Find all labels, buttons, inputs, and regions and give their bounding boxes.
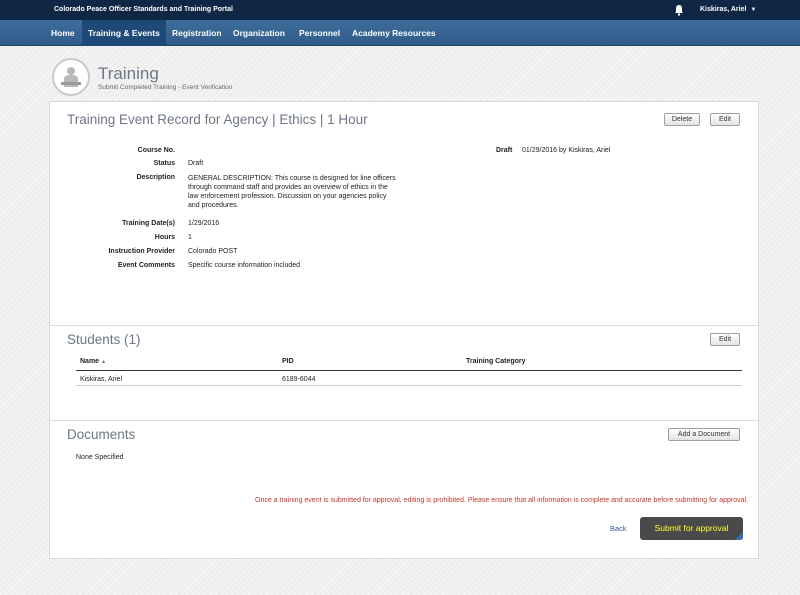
nav-item-academy-resources[interactable]: Academy Resources	[346, 20, 442, 46]
main-nav: Home Training & Events Registration Orga…	[0, 20, 800, 46]
table-header-line	[76, 370, 742, 371]
student-name-cell: Kiskiras, Ariel	[80, 376, 123, 383]
nav-item-personnel[interactable]: Personnel	[293, 20, 346, 46]
training-dates-label: Training Date(s)	[122, 220, 175, 227]
add-document-button[interactable]: Add a Document	[668, 428, 740, 441]
submit-warning: Once a training event is submitted for a…	[255, 497, 748, 504]
comments-value: Specific course information included	[188, 262, 301, 269]
provider-label: Instruction Provider	[108, 248, 175, 255]
user-name: Kiskiras, Ariel	[700, 6, 747, 13]
sort-asc-icon: ▲	[101, 359, 107, 365]
description-label: Description	[136, 174, 175, 181]
training-logo-icon	[52, 58, 90, 96]
provider-value: Colorado POST	[188, 248, 238, 255]
nav-item-home[interactable]: Home	[45, 20, 81, 46]
student-pid-cell: 6189-6044	[282, 376, 316, 383]
nav-item-organization[interactable]: Organization	[227, 20, 291, 46]
status-value: Draft	[188, 160, 204, 167]
submit-for-approval-button[interactable]: Submit for approval	[640, 517, 743, 540]
page-subtitle: Submit Completed Training - Event Verifi…	[98, 84, 233, 91]
hours-label: Hours	[154, 234, 175, 241]
submit-for-approval-label: Submit for approval	[654, 523, 729, 533]
section-divider	[50, 325, 758, 326]
bell-icon[interactable]	[672, 3, 686, 17]
user-menu[interactable]: Kiskiras, Ariel ▼	[700, 6, 756, 13]
corner-accent	[735, 532, 743, 540]
draft-value: 01/29/2016 by Kiskiras, Ariel	[522, 147, 611, 154]
course-no-label: Course No.	[137, 147, 175, 154]
column-header-training-category: Training Category	[466, 358, 526, 365]
back-link[interactable]: Back	[610, 524, 627, 533]
column-header-pid: PID	[282, 358, 294, 365]
nav-item-registration[interactable]: Registration	[166, 20, 228, 46]
record-title: Training Event Record for Agency | Ethic…	[67, 112, 368, 127]
page-title: Training	[98, 64, 159, 83]
section-divider	[50, 420, 758, 421]
draft-label: Draft	[496, 147, 513, 154]
students-title: Students (1)	[67, 332, 141, 347]
delete-button[interactable]: Delete	[664, 113, 700, 126]
portal-title: Colorado Peace Officer Standards and Tra…	[54, 6, 233, 13]
top-bar: Colorado Peace Officer Standards and Tra…	[0, 0, 800, 20]
edit-students-button[interactable]: Edit	[710, 333, 740, 346]
table-row-line	[76, 385, 742, 386]
nav-item-training-events[interactable]: Training & Events	[82, 20, 166, 46]
description-value: GENERAL DESCRIPTION: This course is desi…	[188, 175, 396, 209]
column-header-name-label: Name	[80, 358, 100, 365]
documents-title: Documents	[67, 427, 136, 442]
record-panel: Training Event Record for Agency | Ethic…	[49, 101, 759, 559]
comments-label: Event Comments	[117, 262, 175, 269]
status-label: Status	[153, 160, 175, 167]
training-dates-value: 1/29/2016	[188, 220, 220, 227]
edit-record-button[interactable]: Edit	[710, 113, 740, 126]
table-row: Kiskiras, Ariel 6189-6044	[76, 372, 742, 384]
caret-down-icon: ▼	[750, 7, 757, 13]
column-header-name[interactable]: Name ▲	[80, 358, 106, 365]
hours-value: 1	[188, 234, 192, 241]
documents-empty-text: None Specified	[76, 454, 124, 461]
